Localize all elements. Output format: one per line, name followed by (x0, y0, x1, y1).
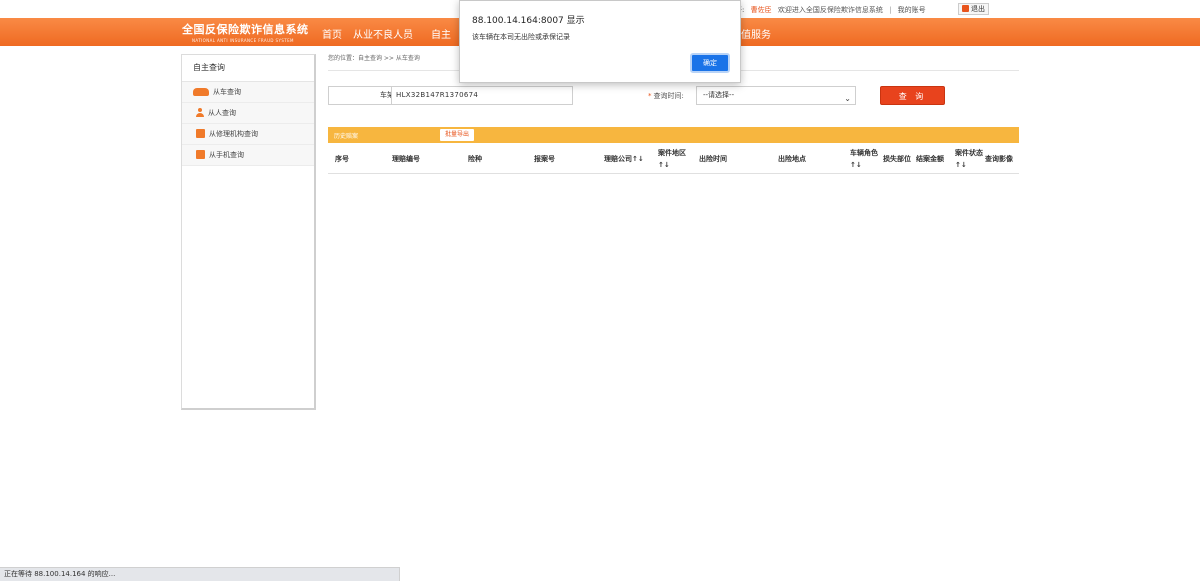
column-header-sortable[interactable]: 案件状态↑↓ (955, 147, 985, 171)
search-button[interactable]: 查 询 (880, 86, 945, 105)
sidebar-item-repair[interactable]: 从修理机构查询 (182, 124, 314, 145)
column-header: 结案金额 (916, 155, 944, 163)
browser-status-bar: 正在等待 88.100.14.164 的响应... (0, 567, 400, 581)
column-header: 报案号 (534, 155, 555, 163)
sidebar-item-vehicle[interactable]: 从车查询 (182, 82, 314, 103)
dialog-title: 88.100.14.164:8007 显示 (472, 16, 585, 26)
nav-bad-practitioners[interactable]: 从业不良人员 (353, 26, 413, 41)
query-time-value: --请选择-- (703, 91, 735, 99)
logout-button[interactable]: 退出 (958, 3, 989, 15)
column-header: 险种 (468, 155, 482, 163)
ok-button[interactable]: 确定 (690, 53, 730, 73)
sidebar-item-person[interactable]: 从人查询 (182, 103, 314, 124)
results-toolbar: 历史赔案 批量导出 (328, 127, 1019, 143)
query-time-select[interactable]: --请选择-- ⌄ (696, 86, 856, 105)
column-header: 损失部位 (883, 155, 911, 163)
username-link[interactable]: 曹佐臣 (751, 6, 772, 14)
column-header: 查询影像 (985, 155, 1013, 163)
my-account-link[interactable]: 我的账号 (898, 6, 926, 14)
user-info: 好: 曹佐臣 欢迎进入全国反保险欺诈信息系统 | 我的账号 (735, 5, 926, 15)
person-icon (196, 108, 204, 117)
sidebar-item-label: 从修理机构查询 (209, 130, 258, 138)
batch-export-button[interactable]: 批量导出 (440, 129, 475, 141)
column-header-sortable[interactable]: 案件地区↑↓ (658, 147, 688, 171)
phone-icon (196, 150, 205, 159)
sidebar: 自主查询 从车查询 从人查询 从修理机构查询 从手机查询 (181, 54, 316, 410)
sidebar-item-label: 从手机查询 (209, 151, 244, 159)
results-table-header: 序号 理赔编号 险种 报案号 理赔公司↑↓ 案件地区↑↓ 出险时间 出险地点 车… (328, 143, 1019, 174)
column-header: 序号 (335, 155, 349, 163)
column-header-sortable[interactable]: 车辆角色↑↓ (850, 147, 880, 171)
column-header-sortable[interactable]: 理赔公司↑↓ (604, 153, 644, 165)
nav-self-query[interactable]: 自主 (431, 26, 451, 41)
sidebar-item-label: 从车查询 (213, 88, 241, 96)
logout-icon (962, 5, 969, 12)
nav-home[interactable]: 首页 (322, 26, 342, 41)
repair-icon (196, 129, 205, 138)
car-icon (193, 88, 209, 96)
column-header: 出险地点 (778, 155, 806, 163)
chevron-down-icon: ⌄ (844, 94, 851, 103)
logo-title: 全国反保险欺诈信息系统 (182, 23, 309, 36)
dialog-message: 该车辆在本司无出险或承保记录 (472, 33, 570, 41)
required-mark: * (648, 92, 652, 100)
logout-label: 退出 (971, 5, 985, 13)
alert-dialog: 88.100.14.164:8007 显示 该车辆在本司无出险或承保记录 确定 (459, 0, 741, 83)
column-header: 出险时间 (699, 155, 727, 163)
welcome-text: 欢迎进入全国反保险欺诈信息系统 (777, 6, 883, 14)
system-logo[interactable]: 全国反保险欺诈信息系统 NATIONAL ANTI INSURANCE FRAU… (182, 21, 309, 43)
sidebar-item-label: 从人查询 (208, 109, 236, 117)
query-time-label: * 查询时间: (648, 91, 684, 101)
query-time-label-text: 查询时间: (653, 92, 684, 100)
nav-value-service[interactable]: 值服务 (741, 26, 771, 41)
separator: | (889, 6, 892, 14)
column-header: 理赔编号 (392, 155, 420, 163)
tab-history-claims[interactable]: 历史赔案 (334, 131, 358, 140)
sidebar-title: 自主查询 (182, 55, 314, 82)
vin-input[interactable]: HLX32B147R1370674 (391, 86, 573, 105)
search-form: 车架号 ⌄ HLX32B147R1370674 *查询时间: --请选择-- ⌄… (328, 86, 1019, 105)
logo-subtitle: NATIONAL ANTI INSURANCE FRAUD SYSTEM (192, 38, 294, 43)
sidebar-item-phone[interactable]: 从手机查询 (182, 145, 314, 166)
